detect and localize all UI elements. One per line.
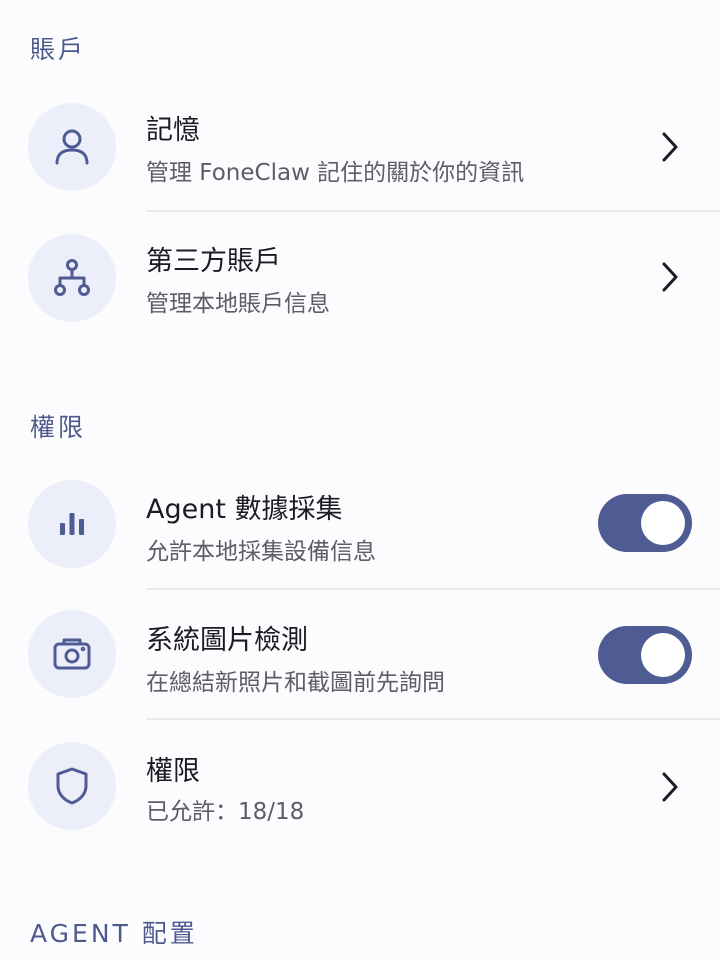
camera-icon <box>28 610 116 698</box>
permissions-row[interactable]: 權限 已允許：18/18 <box>0 720 720 852</box>
memory-row[interactable]: 記憶 管理 FoneClaw 記住的關於你的資訊 <box>0 0 720 210</box>
permissions-title: 權限 <box>146 756 200 787</box>
bar-chart-icon <box>28 480 116 568</box>
toggle-knob <box>641 633 685 677</box>
third-party-accounts-title: 第三方賬戶 <box>146 246 281 277</box>
agent-data-collection-row: Agent 數據採集 允許本地採集設備信息 <box>0 460 720 588</box>
system-image-detection-toggle[interactable] <box>598 626 692 684</box>
section-header-agent-config: AGENT 配置 <box>30 919 198 948</box>
system-image-detection-title: 系統圖片檢測 <box>146 625 308 656</box>
chevron-right-icon <box>658 260 682 294</box>
agent-data-collection-toggle[interactable] <box>598 494 692 552</box>
toggle-knob <box>641 501 685 545</box>
agent-data-collection-title: Agent 數據採集 <box>146 494 343 525</box>
person-icon <box>28 103 116 191</box>
section-header-permissions: 權限 <box>30 413 87 442</box>
memory-title: 記憶 <box>146 115 200 146</box>
shield-icon <box>28 742 116 830</box>
system-image-detection-subtitle: 在總結新照片和截圖前先詢問 <box>146 670 445 696</box>
agent-data-collection-subtitle: 允許本地採集設備信息 <box>146 539 376 565</box>
permissions-subtitle: 已允許：18/18 <box>146 799 305 825</box>
hierarchy-icon <box>28 234 116 322</box>
chevron-right-icon <box>658 130 682 164</box>
third-party-accounts-row[interactable]: 第三方賬戶 管理本地賬戶信息 <box>0 212 720 342</box>
chevron-right-icon <box>658 770 682 804</box>
system-image-detection-row: 系統圖片檢測 在總結新照片和截圖前先詢問 <box>0 590 720 718</box>
third-party-accounts-subtitle: 管理本地賬戶信息 <box>146 291 330 317</box>
memory-subtitle: 管理 FoneClaw 記住的關於你的資訊 <box>146 160 525 186</box>
